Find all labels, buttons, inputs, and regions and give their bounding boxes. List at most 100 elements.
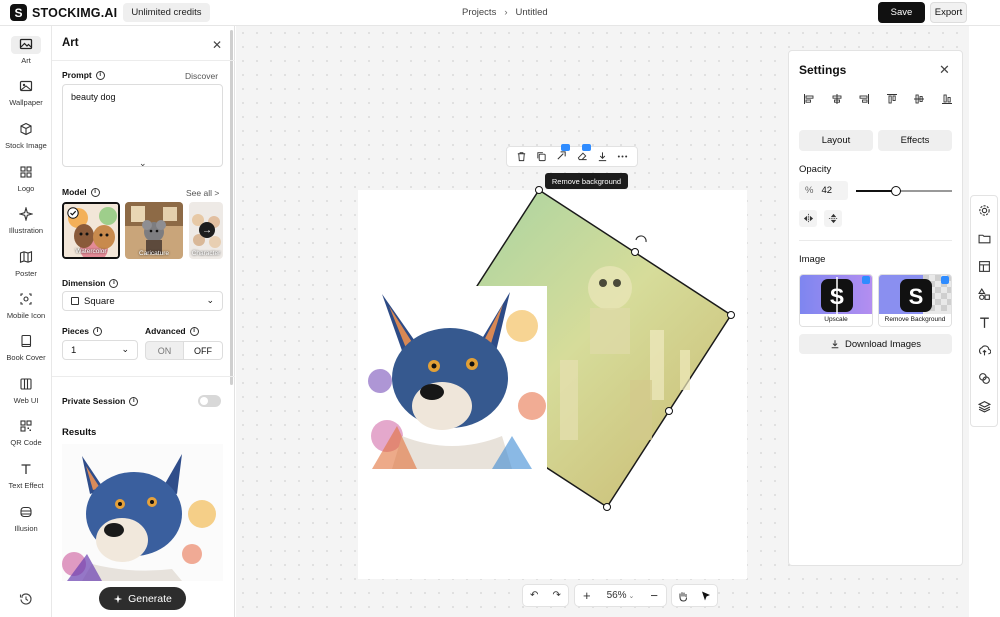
align-center-h-icon[interactable] (831, 93, 843, 105)
redo-icon[interactable]: ↷ (553, 590, 561, 601)
folder-icon[interactable] (978, 232, 991, 245)
upscale-tool[interactable] (556, 143, 571, 164)
book-icon (21, 334, 32, 347)
sidebar-item-web-ui[interactable]: Web UI (0, 376, 52, 405)
tooltip: Remove background (545, 173, 628, 189)
align-middle-icon[interactable] (913, 93, 925, 105)
tab-layout[interactable]: Layout (799, 130, 873, 151)
sidebar-item-text-effect[interactable]: Text Effect (0, 461, 52, 490)
info-icon[interactable]: i (189, 326, 199, 336)
rotate-handle-icon[interactable] (635, 235, 647, 243)
align-left-icon[interactable] (803, 93, 815, 105)
square-icon (71, 297, 79, 305)
dimension-select[interactable]: Square ⌄ (62, 291, 223, 311)
save-button[interactable]: Save (878, 2, 925, 23)
sidebar-item-poster[interactable]: Poster (0, 249, 52, 278)
dog-canvas-image[interactable] (362, 286, 547, 469)
remove-background-card[interactable]: S Remove Background (878, 274, 952, 327)
flip-horizontal-button[interactable] (799, 210, 817, 227)
trash-icon[interactable] (516, 151, 527, 162)
opacity-label: Opacity (799, 164, 832, 175)
duplicate-icon[interactable] (536, 151, 547, 162)
opacity-slider[interactable] (856, 186, 952, 196)
image-section-label: Image (799, 254, 826, 265)
opacity-slider-handle[interactable] (891, 186, 902, 196)
model-card-label: Watercolor (75, 248, 107, 255)
download-images-button[interactable]: Download Images (799, 334, 952, 354)
sidebar-item-wallpaper[interactable]: Wallpaper (0, 78, 52, 107)
sidebar-item-label: Wallpaper (9, 98, 43, 107)
flip-vertical-button[interactable] (824, 210, 842, 227)
info-icon[interactable]: i (129, 396, 139, 406)
advanced-off-option[interactable]: OFF (184, 341, 223, 360)
opacity-input[interactable]: % 42 (799, 181, 848, 200)
prompt-input[interactable]: beauty dog (62, 84, 223, 167)
result-image[interactable] (62, 444, 223, 581)
see-all-link[interactable]: See all > (186, 188, 219, 198)
text-icon[interactable] (978, 316, 991, 329)
info-icon[interactable]: i (109, 278, 119, 288)
private-session-toggle[interactable] (198, 395, 221, 407)
sidebar-item-illusion[interactable]: Illusion (0, 504, 52, 533)
pointer-icon[interactable] (700, 590, 712, 602)
palette-icon[interactable] (978, 372, 991, 385)
sidebar-item-label: Text Effect (8, 481, 44, 490)
check-circle-icon (67, 207, 79, 219)
brand-logo[interactable]: S STOCKIMG.AI (10, 4, 117, 21)
history-controls: ↶ ↷ (522, 584, 569, 607)
credits-badge[interactable]: Unlimited credits (123, 3, 210, 22)
layout-icon[interactable] (978, 260, 991, 273)
model-card-label: Character (191, 250, 221, 257)
sidebar-item-illustration[interactable]: Illustration (0, 206, 52, 235)
pieces-select[interactable]: 1 ⌄ (62, 340, 138, 360)
remove-background-tool[interactable] (577, 143, 591, 164)
model-card-watercolor[interactable]: Watercolor (62, 202, 120, 259)
zoom-value: 56% (606, 590, 627, 601)
sidebar-item-qr-code[interactable]: QR Code (0, 418, 52, 447)
more-icon[interactable] (617, 151, 628, 162)
history-icon[interactable] (19, 592, 33, 606)
prompt-label-text: Prompt (62, 70, 92, 80)
align-right-icon[interactable] (858, 93, 870, 105)
hand-icon[interactable] (677, 590, 689, 602)
export-button[interactable]: Export (930, 2, 967, 23)
breadcrumb-current[interactable]: Untitled (516, 7, 548, 18)
tab-effects[interactable]: Effects (878, 130, 952, 151)
arrow-right-icon[interactable]: → (199, 222, 215, 238)
info-icon[interactable]: i (92, 326, 102, 336)
chevron-down-icon[interactable]: ⌄ (139, 158, 147, 169)
discover-link[interactable]: Discover (185, 71, 218, 81)
sidebar-item-book-cover[interactable]: Book Cover (0, 333, 52, 362)
breadcrumb-projects[interactable]: Projects (462, 7, 496, 18)
shapes-icon[interactable] (978, 288, 991, 301)
generate-button[interactable]: Generate (99, 587, 186, 610)
breadcrumb: Projects › Untitled (462, 7, 548, 18)
close-icon[interactable]: ✕ (939, 62, 950, 78)
advanced-label: Advanced i (145, 326, 199, 336)
chevron-down-icon: ⌄ (626, 593, 635, 600)
download-icon[interactable] (597, 151, 608, 162)
panel-scrollbar[interactable] (230, 30, 233, 385)
sidebar-item-logo[interactable]: Logo (0, 164, 52, 193)
zoom-level[interactable]: 56% ⌄ (607, 590, 635, 601)
pieces-value: 1 (71, 344, 77, 356)
zoom-in-icon[interactable]: + (583, 588, 591, 603)
sidebar-item-stock-image[interactable]: Stock Image (0, 121, 52, 150)
advanced-on-option[interactable]: ON (145, 341, 184, 360)
divider (799, 240, 952, 241)
sidebar-item-mobile-icon[interactable]: Mobile Icon (0, 291, 52, 320)
close-icon[interactable]: ✕ (212, 38, 222, 52)
layers-icon[interactable] (978, 400, 991, 413)
sidebar-item-art[interactable]: Art (0, 36, 52, 65)
align-bottom-icon[interactable] (941, 93, 953, 105)
upscale-card[interactable]: S Upscale (799, 274, 873, 327)
info-icon[interactable]: i (90, 187, 100, 197)
model-card-caricature[interactable]: Caricature (125, 202, 183, 259)
zoom-out-icon[interactable]: − (650, 588, 658, 603)
info-icon[interactable]: i (95, 70, 105, 80)
upload-icon[interactable] (978, 344, 991, 357)
gear-icon[interactable] (978, 204, 991, 217)
undo-icon[interactable]: ↶ (530, 590, 538, 601)
align-top-icon[interactable] (886, 93, 898, 105)
settings-panel: Settings ✕ Layout Effects Opacity % 42 I… (788, 50, 963, 566)
